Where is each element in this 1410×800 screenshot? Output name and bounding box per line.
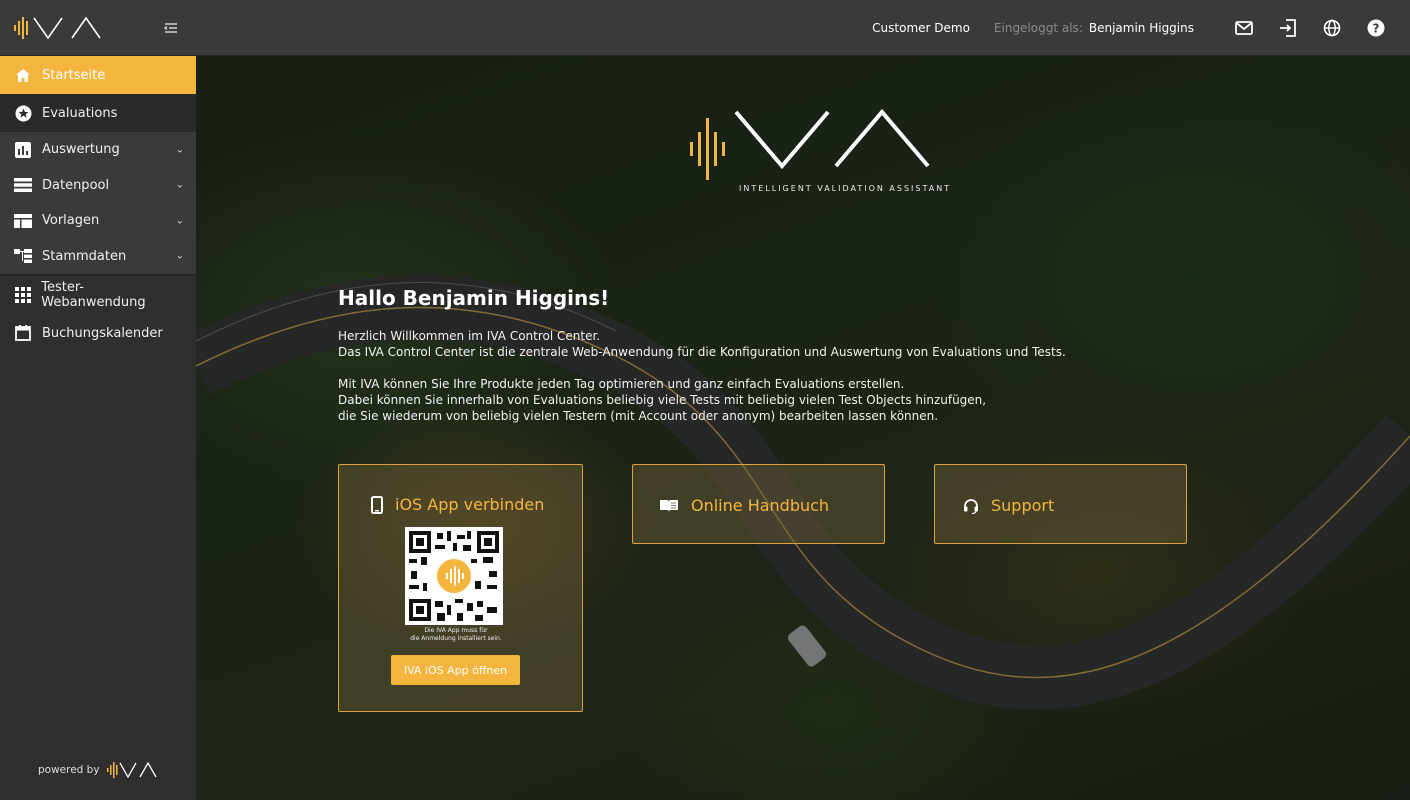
tagline: INTELLIGENT VALIDATION ASSISTANT xyxy=(739,184,952,193)
svg-text:?: ? xyxy=(1373,21,1380,35)
ios-card-title: iOS App verbinden xyxy=(371,495,544,514)
grid-icon xyxy=(14,286,31,304)
phone-icon xyxy=(371,495,383,514)
sidebar-item-label: Evaluations xyxy=(42,105,118,121)
iva-hero-logo xyxy=(690,108,930,180)
intro-line: die Sie wiederum von beliebig vielen Tes… xyxy=(338,409,939,423)
sidebar-item-label: Stammdaten xyxy=(42,248,127,264)
qr-note: Die IVA App muss für die Anmeldung insta… xyxy=(391,627,521,643)
qr-note-line: die Anmeldung installiert sein. xyxy=(410,635,502,642)
ios-card-title-text: iOS App verbinden xyxy=(395,495,545,514)
home-icon xyxy=(14,66,32,84)
intro-line: Herzlich Willkommen im IVA Control Cente… xyxy=(338,329,601,343)
greeting-heading: Hallo Benjamin Higgins! xyxy=(338,286,610,310)
sidebar-item-stammdaten[interactable]: Stammdaten ⌄ xyxy=(0,239,196,275)
intro-line: Dabei können Sie innerhalb von Evaluatio… xyxy=(338,393,987,407)
calendar-icon xyxy=(14,324,32,342)
logout-icon[interactable] xyxy=(1276,16,1300,40)
support-card-title-text: Support xyxy=(991,496,1055,515)
qr-code xyxy=(405,527,503,625)
sidebar-item-tester-webanwendung[interactable]: Tester-Webanwendung xyxy=(0,276,196,314)
chevron-down-icon: ⌄ xyxy=(175,250,184,262)
bar-chart-icon xyxy=(14,141,32,159)
sidebar-nav: Startseite Evaluations Auswertung ⌄ Date… xyxy=(0,56,196,352)
sidebar-item-auswertung[interactable]: Auswertung ⌄ xyxy=(0,132,196,168)
powered-by-label: powered by xyxy=(38,764,100,776)
manual-card-title-text: Online Handbuch xyxy=(691,496,830,515)
intro-line: Mit IVA können Sie Ihre Produkte jeden T… xyxy=(338,377,905,391)
support-card-title: Support xyxy=(963,496,1054,515)
hierarchy-icon xyxy=(14,247,32,265)
headset-icon xyxy=(964,498,978,514)
star-circle-icon xyxy=(14,104,32,122)
manual-card-title: Online Handbuch xyxy=(659,496,829,515)
customer-name[interactable]: Customer Demo xyxy=(872,21,970,35)
support-card[interactable]: Support xyxy=(934,464,1187,544)
topbar: Customer Demo Eingeloggt als: Benjamin H… xyxy=(196,0,1410,56)
sidebar-item-label: Auswertung xyxy=(42,142,120,158)
template-icon xyxy=(14,212,32,230)
mail-icon[interactable] xyxy=(1232,16,1256,40)
sidebar-item-label: Startseite xyxy=(42,67,106,83)
sidebar-item-label: Buchungskalender xyxy=(42,325,163,341)
sidebar-item-label: Vorlagen xyxy=(42,213,100,229)
intro-line: Das IVA Control Center ist die zentrale … xyxy=(338,345,1066,359)
sidebar-item-label: Datenpool xyxy=(42,177,110,193)
main-content: INTELLIGENT VALIDATION ASSISTANT Hallo B… xyxy=(196,56,1410,800)
ios-app-card[interactable]: iOS App verbinden Die IVA App muss für d… xyxy=(338,464,583,712)
sidebar-item-buchungskalender[interactable]: Buchungskalender xyxy=(0,314,196,352)
iva-logo[interactable] xyxy=(12,15,112,41)
chevron-down-icon: ⌄ xyxy=(175,179,184,191)
powered-by: powered by xyxy=(38,760,164,780)
chevron-down-icon: ⌄ xyxy=(175,215,184,227)
sidebar-item-startseite[interactable]: Startseite xyxy=(0,56,196,94)
sidebar: Startseite Evaluations Auswertung ⌄ Date… xyxy=(0,0,196,800)
user-name: Benjamin Higgins xyxy=(1088,20,1194,35)
sidebar-group: Auswertung ⌄ Datenpool ⌄ Vorlagen ⌄ Stam… xyxy=(0,132,196,274)
chevron-down-icon: ⌄ xyxy=(175,144,184,156)
collapse-sidebar-icon[interactable] xyxy=(158,15,184,41)
online-manual-card[interactable]: Online Handbuch xyxy=(632,464,885,544)
globe-icon[interactable] xyxy=(1320,16,1344,40)
list-icon xyxy=(14,176,32,194)
help-icon[interactable]: ? xyxy=(1364,16,1388,40)
logged-in-label: Eingeloggt als: xyxy=(993,20,1083,35)
qr-note-line: Die IVA App muss für xyxy=(424,627,488,634)
sidebar-item-label: Tester-Webanwendung xyxy=(41,280,146,310)
intro-text: Herzlich Willkommen im IVA Control Cente… xyxy=(338,328,1238,424)
sidebar-item-vorlagen[interactable]: Vorlagen ⌄ xyxy=(0,203,196,239)
sidebar-item-evaluations[interactable]: Evaluations xyxy=(0,94,196,132)
open-ios-app-button[interactable]: IVA iOS App öffnen xyxy=(391,655,520,685)
iva-logo-small xyxy=(106,761,157,779)
sidebar-header xyxy=(0,0,196,56)
sidebar-item-datenpool[interactable]: Datenpool ⌄ xyxy=(0,168,196,204)
book-icon xyxy=(660,499,678,512)
